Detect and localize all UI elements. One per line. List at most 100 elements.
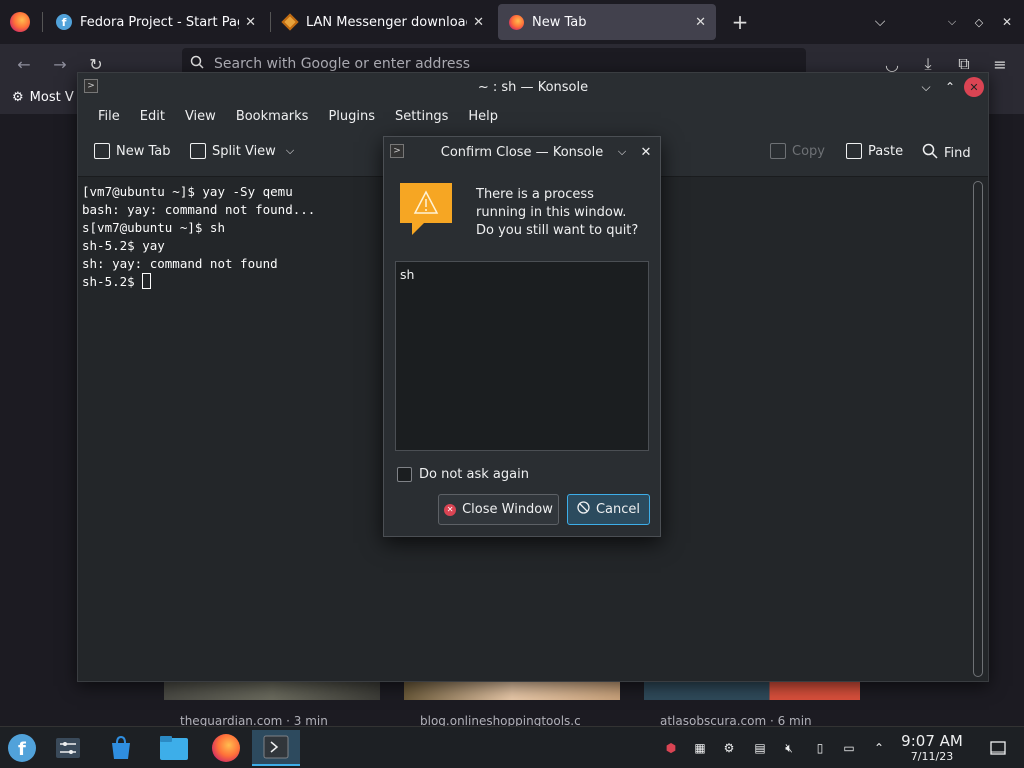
hamburger-menu-icon[interactable]: ≡ [988, 52, 1012, 76]
fedora-favicon-icon: f [56, 14, 72, 30]
paste-icon [846, 143, 862, 159]
menu-help[interactable]: Help [458, 109, 508, 124]
konsole-taskbar-icon[interactable] [252, 730, 300, 766]
find-button[interactable]: Find [922, 143, 971, 163]
clock-time: 9:07 AM [901, 732, 963, 750]
file-manager-icon[interactable] [154, 730, 194, 766]
svg-text:f: f [18, 739, 26, 760]
tile-thumbnail [644, 680, 860, 700]
dialog-title: Confirm Close — Konsole [440, 144, 604, 160]
back-icon[interactable]: ← [12, 52, 36, 76]
confirm-close-dialog: > Confirm Close — Konsole ⌵ ✕ There is a… [383, 136, 661, 537]
list-all-tabs-icon[interactable]: ⌵ [868, 10, 892, 34]
gear-icon: ⚙ [12, 90, 24, 105]
tab-label: LAN Messenger download [306, 14, 468, 30]
tray-keyboard-icon[interactable]: ▦ [691, 739, 709, 757]
window-close-icon[interactable]: ✕ [995, 10, 1019, 34]
tray-volume-muted-icon[interactable]: 🔇︎ [780, 739, 798, 757]
tab-close-icon[interactable]: ✕ [245, 15, 256, 30]
digital-clock[interactable]: 9:07 AM 7/11/23 [896, 732, 968, 764]
konsole-maximize-icon[interactable]: ⌃ [940, 77, 960, 97]
paste-button[interactable]: Paste [846, 143, 903, 159]
firefox-taskbar-icon[interactable] [206, 730, 246, 766]
tile-thumbnail [164, 680, 380, 700]
do-not-ask-again-checkbox[interactable]: Do not ask again [397, 467, 529, 482]
top-site-tile[interactable] [404, 680, 620, 700]
tab-separator [270, 12, 271, 32]
forward-icon[interactable]: → [48, 52, 72, 76]
konsole-titlebar: > ~ : sh — Konsole ⌵ ⌃ ✕ [78, 73, 988, 101]
chevron-down-icon: ⌵ [285, 144, 295, 157]
firefox-menu-icon[interactable] [10, 12, 30, 32]
copy-label: Copy [792, 143, 825, 159]
top-site-tile[interactable] [644, 680, 860, 700]
menu-edit[interactable]: Edit [130, 109, 175, 124]
system-settings-icon[interactable] [48, 730, 88, 766]
tray-package-icon[interactable]: ⬢ [662, 739, 680, 757]
split-view-button[interactable]: Split View ⌵ [190, 143, 294, 159]
bookmark-label: Most V [29, 90, 74, 105]
tray-display-icon[interactable]: ▭ [840, 739, 858, 757]
copy-button[interactable]: Copy [770, 143, 825, 159]
dialog-message: There is a process running in this windo… [476, 187, 639, 238]
warning-icon [400, 183, 452, 235]
magnifier-icon [922, 143, 938, 163]
tab-lan-messenger[interactable]: LAN Messenger download ✕ [272, 4, 494, 40]
application-launcher-fedora-icon[interactable]: f [2, 730, 42, 766]
bookmark-most-visited[interactable]: ⚙ Most V [12, 90, 74, 105]
terminal-scrollbar[interactable] [973, 181, 983, 677]
tab-label: Fedora Project - Start Page [80, 14, 240, 30]
top-site-tile[interactable] [164, 680, 380, 700]
new-tab-button[interactable]: New Tab [94, 143, 171, 159]
find-label: Find [944, 145, 971, 161]
dialog-chevron-down-icon[interactable]: ⌵ [612, 142, 632, 162]
new-tab-icon [94, 143, 110, 159]
software-store-icon[interactable] [101, 730, 141, 766]
konsole-menubar: File Edit View Bookmarks Plugins Setting… [78, 101, 988, 131]
tab-label: New Tab [532, 14, 587, 30]
close-window-label: Close Window [462, 502, 553, 517]
close-window-icon: ✕ [444, 503, 457, 516]
tab-separator [42, 12, 43, 32]
konsole-title: ~ : sh — Konsole [477, 79, 589, 95]
process-list[interactable]: sh [395, 261, 649, 451]
paste-label: Paste [868, 143, 904, 159]
tab-fedora-start-page[interactable]: f Fedora Project - Start Page ✕ [46, 4, 266, 40]
show-desktop-icon[interactable] [988, 739, 1008, 757]
new-tab-label: New Tab [116, 143, 171, 159]
tab-close-icon[interactable]: ✕ [473, 15, 484, 30]
new-tab-button[interactable]: + [728, 10, 752, 34]
konsole-app-icon: > [390, 144, 404, 158]
taskbar: f ⬢ ▦ ⚙ ▤ 🔇︎ ▯ ▭ ⌃ 9:07 AM 7/11/23 [0, 726, 1024, 768]
tab-new-tab[interactable]: New Tab ✕ [498, 4, 716, 40]
minimize-icon[interactable]: ⌵ [940, 10, 964, 34]
search-icon [190, 55, 204, 73]
tab-close-icon[interactable]: ✕ [695, 15, 706, 30]
browser-tab-strip: f Fedora Project - Start Page ✕ LAN Mess… [0, 0, 1024, 44]
konsole-app-icon: > [84, 79, 98, 93]
copy-icon [770, 143, 786, 159]
menu-view[interactable]: View [175, 109, 226, 124]
tray-removable-device-icon[interactable]: ▯ [811, 739, 829, 757]
maximize-icon[interactable]: ◇ [967, 10, 991, 34]
cancel-icon [577, 501, 590, 518]
lan-messenger-favicon-icon [281, 13, 299, 31]
cancel-button[interactable]: Cancel [567, 494, 650, 525]
tray-network-icon[interactable]: ⚙ [720, 739, 738, 757]
process-list-item[interactable]: sh [400, 267, 644, 282]
menu-plugins[interactable]: Plugins [318, 109, 385, 124]
konsole-close-icon[interactable]: ✕ [964, 77, 984, 97]
menu-file[interactable]: File [88, 109, 130, 124]
tray-expand-chevron-up-icon[interactable]: ⌃ [870, 739, 888, 757]
tile-thumbnail [404, 680, 620, 700]
checkbox-box[interactable] [397, 467, 412, 482]
menu-settings[interactable]: Settings [385, 109, 458, 124]
tray-clipboard-icon[interactable]: ▤ [751, 739, 769, 757]
dialog-close-icon[interactable]: ✕ [636, 142, 656, 162]
konsole-minimize-icon[interactable]: ⌵ [916, 77, 936, 97]
dialog-titlebar: > Confirm Close — Konsole ⌵ ✕ [384, 137, 660, 167]
menu-bookmarks[interactable]: Bookmarks [226, 109, 319, 124]
close-window-button[interactable]: ✕ Close Window [438, 494, 559, 525]
split-view-icon [190, 143, 206, 159]
checkbox-label: Do not ask again [419, 467, 529, 482]
